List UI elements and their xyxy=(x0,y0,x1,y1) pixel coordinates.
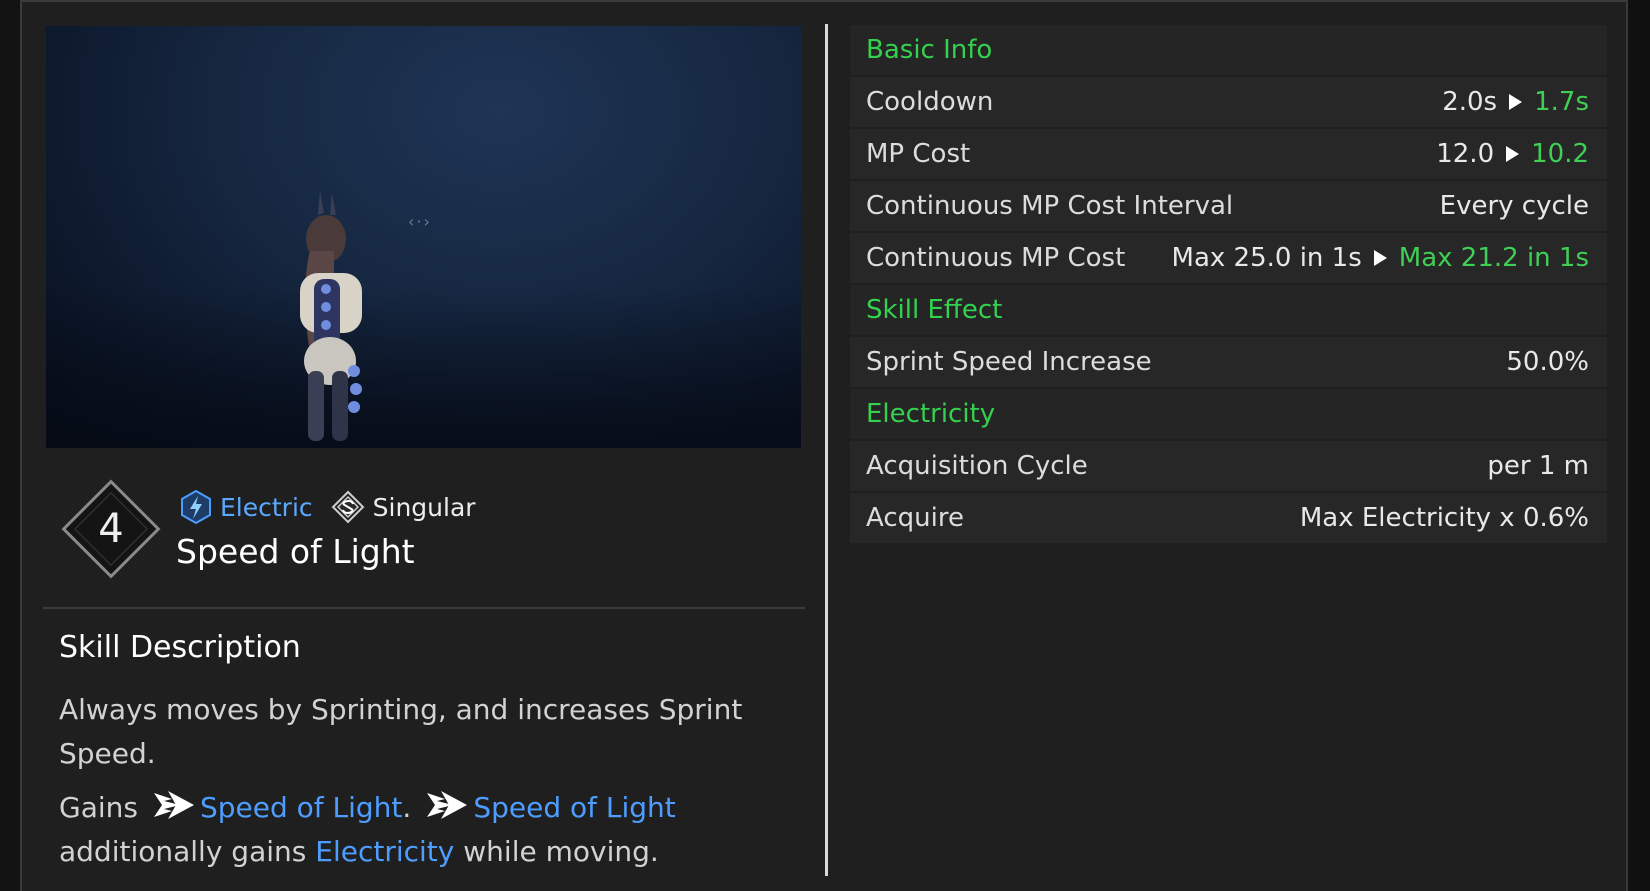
skill-stats-table: Basic Info Cooldown 2.0s 1.7s MP Cost 12… xyxy=(850,25,1607,545)
drag-hint-icon: ‹·› xyxy=(408,212,432,231)
section-basic-info: Basic Info xyxy=(850,25,1607,75)
stat-value: per 1 m xyxy=(1487,451,1589,481)
stat-value: 2.0s 1.7s xyxy=(1442,87,1589,117)
tag-electric: Electric xyxy=(180,490,313,524)
buff-link-speed-of-light[interactable]: Speed of Light xyxy=(200,791,402,824)
stat-value: Max 25.0 in 1s Max 21.2 in 1s xyxy=(1172,243,1589,273)
stat-label: Acquire xyxy=(866,503,964,533)
stat-label: MP Cost xyxy=(866,139,971,169)
stat-row-mp-continuous: Continuous MP Cost Max 25.0 in 1s Max 21… xyxy=(850,233,1607,283)
sprint-arrow-icon xyxy=(427,791,468,819)
stat-label: Cooldown xyxy=(866,87,994,117)
tag-singular: Singular xyxy=(331,490,476,524)
stat-row-cooldown: Cooldown 2.0s 1.7s xyxy=(850,77,1607,127)
period: . xyxy=(402,791,412,824)
section-label: Skill Effect xyxy=(866,295,1003,325)
stat-label: Continuous MP Cost Interval xyxy=(866,191,1234,221)
stat-row-mp-interval: Continuous MP Cost Interval Every cycle xyxy=(850,181,1607,231)
description-line-1: Always moves by Sprinting, and increases… xyxy=(59,693,743,770)
description-line-2: Gains Speed of Light. Speed of Light add… xyxy=(59,786,779,874)
singular-emblem-icon xyxy=(331,490,365,524)
stat-label: Acquisition Cycle xyxy=(866,451,1088,481)
sprint-arrow-icon xyxy=(153,791,194,819)
arrow-right-icon xyxy=(1506,146,1520,162)
stat-row-acquisition-cycle: Acquisition Cycle per 1 m xyxy=(850,441,1607,491)
stat-new-value: Max 21.2 in 1s xyxy=(1398,243,1589,273)
tag-electric-label: Electric xyxy=(220,492,313,522)
section-electricity: Electricity xyxy=(850,389,1607,439)
stat-new-value: 1.7s xyxy=(1534,87,1589,117)
electric-bolt-icon xyxy=(181,490,211,524)
electricity-link[interactable]: Electricity xyxy=(315,835,454,868)
right-margin xyxy=(1628,0,1650,891)
skill-description-title: Skill Description xyxy=(59,630,301,665)
stat-value: 50.0% xyxy=(1506,347,1589,377)
section-skill-effect: Skill Effect xyxy=(850,285,1607,335)
preview-floor xyxy=(46,288,801,448)
skill-header: 4 Electric Singular Speed of Light xyxy=(61,479,802,590)
stat-row-sprint-speed: Sprint Speed Increase 50.0% xyxy=(850,337,1607,387)
additional-prefix: additionally gains xyxy=(59,835,307,868)
arrow-right-icon xyxy=(1509,94,1523,110)
stat-row-acquire: Acquire Max Electricity x 0.6% xyxy=(850,493,1607,543)
stat-value: Max Electricity x 0.6% xyxy=(1299,503,1589,533)
left-margin xyxy=(0,0,20,891)
description-suffix: while moving. xyxy=(463,835,659,868)
stat-old-value: 12.0 xyxy=(1436,139,1495,169)
arrow-right-icon xyxy=(1373,250,1387,266)
stat-old-value: Max 25.0 in 1s xyxy=(1171,243,1362,273)
rank-number: 4 xyxy=(98,506,124,552)
section-label: Electricity xyxy=(866,399,996,429)
stat-label: Sprint Speed Increase xyxy=(866,347,1152,377)
stat-label: Continuous MP Cost xyxy=(866,243,1126,273)
stat-new-value: 10.2 xyxy=(1531,139,1589,169)
gains-prefix: Gains xyxy=(59,791,138,824)
tag-singular-label: Singular xyxy=(372,492,476,522)
skill-name: Speed of Light xyxy=(176,532,415,571)
header-divider xyxy=(43,607,805,609)
section-label: Basic Info xyxy=(866,35,993,65)
stat-old-value: 2.0s xyxy=(1442,87,1498,117)
skill-preview-video[interactable]: ‹·› xyxy=(46,26,801,448)
stat-row-mp-cost: MP Cost 12.0 10.2 xyxy=(850,129,1607,179)
character-figure xyxy=(300,191,362,441)
panel-divider xyxy=(825,24,828,876)
skill-description-body: Always moves by Sprinting, and increases… xyxy=(59,688,779,884)
stat-value: 12.0 10.2 xyxy=(1436,139,1589,169)
buff-link-speed-of-light-2[interactable]: Speed of Light xyxy=(473,791,675,824)
skill-tags: Electric Singular xyxy=(180,490,476,524)
stat-value: Every cycle xyxy=(1439,191,1589,221)
